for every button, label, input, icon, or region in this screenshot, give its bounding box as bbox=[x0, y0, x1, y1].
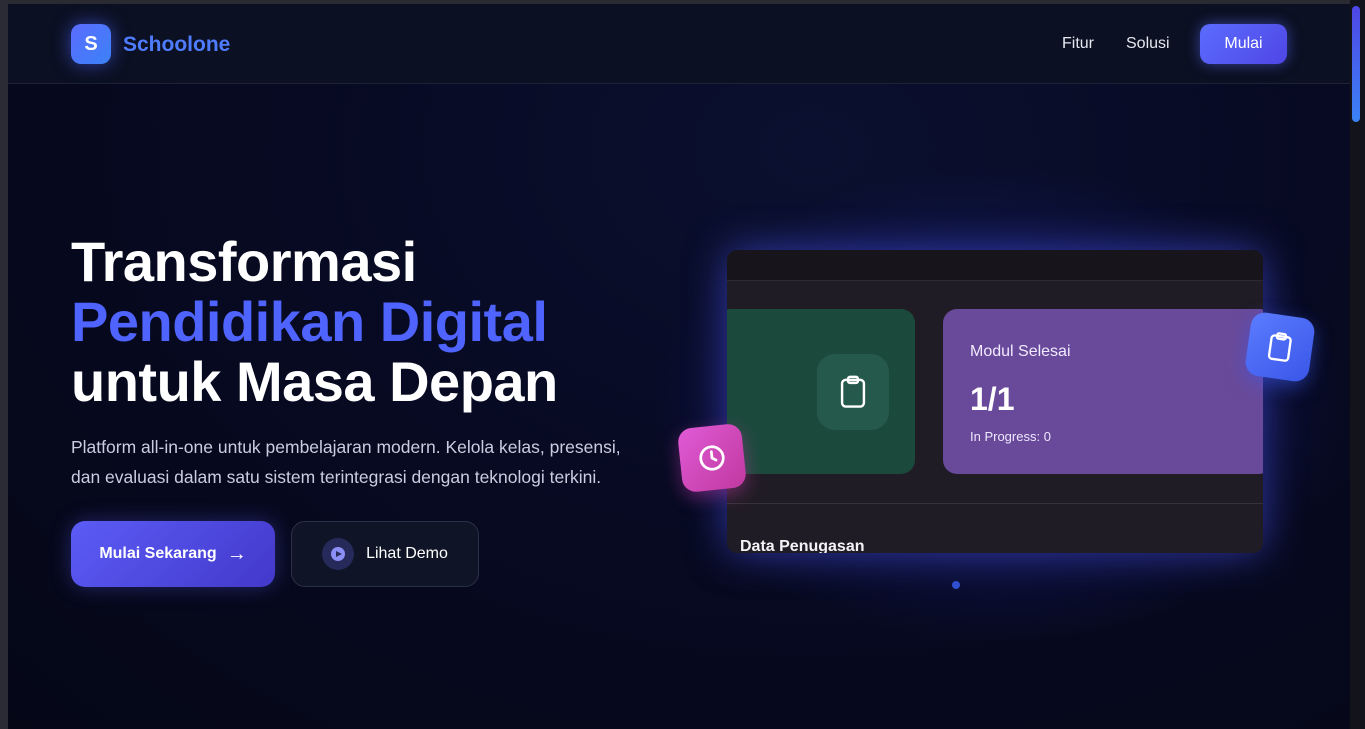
clipboard-icon bbox=[817, 354, 889, 430]
start-now-label: Mulai Sekarang bbox=[99, 545, 217, 562]
preview-divider bbox=[727, 503, 1263, 504]
clock-icon bbox=[676, 422, 748, 494]
carousel-dot[interactable] bbox=[952, 581, 960, 589]
start-now-button[interactable]: Mulai Sekarang → bbox=[71, 521, 275, 587]
logo-icon[interactable]: S bbox=[71, 24, 111, 64]
clipboard-float-icon bbox=[1243, 310, 1317, 384]
hero-title-line3: untuk Masa Depan bbox=[71, 350, 558, 413]
view-demo-button[interactable]: Lihat Demo bbox=[291, 521, 479, 587]
assignment-data-heading: Data Penugasan bbox=[740, 538, 865, 553]
page: S Schoolone Fitur Solusi Mulai Transform… bbox=[8, 4, 1350, 729]
window-frame bbox=[0, 0, 8, 729]
modules-completed-label: Modul Selesai bbox=[970, 343, 1071, 360]
dashboard-preview: Modul Selesai 1/1 In Progress: 0 Data Pe… bbox=[727, 250, 1263, 553]
modules-completed-value: 1/1 bbox=[970, 381, 1015, 417]
hero-title-highlight: Pendidikan Digital bbox=[71, 290, 548, 353]
preview-topbar bbox=[727, 250, 1263, 281]
hero-description: Platform all-in-one untuk pembelajaran m… bbox=[71, 437, 621, 487]
stat-card-modules: Modul Selesai 1/1 In Progress: 0 bbox=[943, 309, 1263, 474]
arrow-right-icon: → bbox=[226, 542, 247, 565]
view-demo-label: Lihat Demo bbox=[366, 545, 448, 562]
nav-link-fitur[interactable]: Fitur bbox=[1062, 35, 1094, 53]
play-icon bbox=[322, 538, 355, 570]
navbar: S Schoolone Fitur Solusi Mulai bbox=[8, 4, 1350, 84]
nav-mulai-button[interactable]: Mulai bbox=[1200, 24, 1287, 64]
hero-title: Transformasi Pendidikan Digital untuk Ma… bbox=[71, 232, 558, 412]
brand-name[interactable]: Schoolone bbox=[123, 33, 230, 57]
hero-title-line1: Transformasi bbox=[71, 230, 417, 293]
nav-link-solusi[interactable]: Solusi bbox=[1126, 35, 1170, 53]
modules-in-progress: In Progress: 0 bbox=[970, 429, 1051, 444]
stat-card-green bbox=[727, 309, 915, 474]
scrollbar-thumb[interactable] bbox=[1352, 6, 1360, 122]
